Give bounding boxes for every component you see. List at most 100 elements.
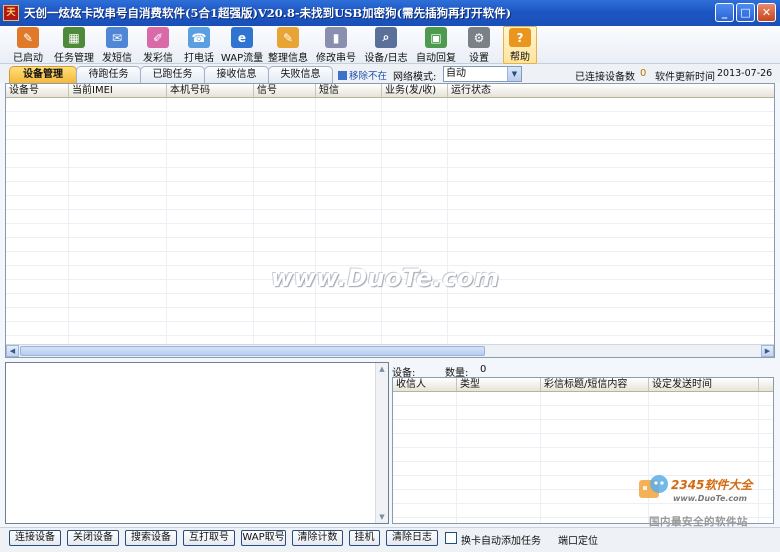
network-mode-label: 网络模式: [393,72,437,83]
badge-title: 2345软件大全 [671,478,753,492]
column-header[interactable]: 业务(发/收) [382,84,448,97]
column-header[interactable]: 彩信标题/短信内容 [541,378,649,391]
chevron-down-icon[interactable]: ▼ [507,67,521,81]
toolbar-settings-button[interactable]: ⚙ 设置 [462,26,496,64]
app-logo-icon: 天 [3,5,19,21]
tab-device-management[interactable]: 设备管理 [9,66,77,83]
toolbar-auto-reply-button[interactable]: ▣ 自动回复 [413,26,459,64]
horizontal-scrollbar[interactable]: ◀ ▶ [6,344,774,357]
toolbar-device-log-button[interactable]: ⌕ 设备/日志 [361,26,411,64]
network-mode-value: 自动 [446,68,466,79]
tab-pending-tasks[interactable]: 待跑任务 [76,66,141,83]
auto-add-task-label: 换卡自动添加任务 [461,536,541,547]
tab-received-messages[interactable]: 接收信息 [204,66,269,83]
vertical-scrollbar[interactable]: ▲ ▼ [375,363,388,523]
update-time-value: 2013-07-26 [717,68,773,79]
device-log-icon: ⌕ [375,27,397,48]
toolbar-label: 修改串号 [316,53,356,64]
toolbar-mms-button[interactable]: ✐ 发彩信 [139,26,177,64]
minimize-button[interactable]: _ [715,3,734,22]
column-header[interactable]: 收信人 [393,378,457,391]
remove-icon [338,71,347,80]
toolbar-sms-button[interactable]: ✉ 发短信 [98,26,136,64]
task-manager-icon: ▦ [63,27,85,48]
column-header[interactable]: 类型 [457,378,541,391]
device-table-body [6,98,774,346]
organize-icon: ✎ [277,27,299,48]
toolbar-task-manager-button[interactable]: ▦ 任务管理 [52,26,96,64]
toolbar-label: WAP流量 [220,53,264,64]
maximize-button[interactable]: □ [736,3,755,22]
toolbar-label: 设置 [469,53,489,64]
toolbar-label: 打电话 [184,53,214,64]
watermark: www.DuoTe.com [271,264,500,292]
remove-offline-button[interactable]: 移除不在 [338,68,387,82]
start-icon: ✎ [17,27,39,48]
toolbar-call-button[interactable]: ☎ 打电话 [180,26,218,64]
column-header[interactable]: 信号 [254,84,316,97]
mutual-call-number-button[interactable]: 互打取号 [183,530,235,546]
main-toolbar: ✎ 已启动 ▦ 任务管理 ✉ 发短信 ✐ 发彩信 ☎ 打电话 e WAP流量 ✎… [0,26,780,64]
device-table[interactable]: 设备号 当前IMEI 本机号码 信号 短信 业务(发/收) 运行状态 www.D… [5,83,775,358]
edit-imei-icon: ▮ [325,27,347,48]
clear-count-button[interactable]: 清除计数 [292,530,343,546]
tab-bar: 设备管理 待跑任务 已跑任务 接收信息 失败信息 移除不在 网络模式: 自动 ▼… [0,64,780,83]
toolbar-edit-imei-button[interactable]: ▮ 修改串号 [313,26,359,64]
bottom-button-bar: 连接设备 关闭设备 搜索设备 互打取号 WAP取号 清除计数 挂机 清除日志 换… [0,527,780,552]
column-divider [456,392,457,523]
clear-log-button[interactable]: 清除日志 [386,530,438,546]
window-title: 天创一炫炫卡改串号自消费软件(5合1超强版)V20.8-未找到USB加密狗(需先… [24,6,512,20]
toolbar-label: 整理信息 [268,53,308,64]
toolbar-wap-button[interactable]: e WAP流量 [221,26,263,64]
column-divider [253,98,254,346]
connect-device-button[interactable]: 连接设备 [9,530,61,546]
tab-failed-messages[interactable]: 失败信息 [268,66,333,83]
phone-icon: ☎ [188,27,210,48]
toolbar-label: 已启动 [13,53,43,64]
port-locate-label[interactable]: 端口定位 [558,532,598,547]
column-divider [68,98,69,346]
scroll-up-icon[interactable]: ▲ [376,363,388,375]
toolbar-label: 发短信 [102,53,132,64]
column-header[interactable]: 设备号 [6,84,69,97]
ie-browser-icon: e [231,27,253,48]
settings-icon: ⚙ [468,27,490,48]
scroll-left-icon[interactable]: ◀ [6,345,19,357]
column-header[interactable]: 短信 [316,84,382,97]
toolbar-start-button[interactable]: ✎ 已启动 [6,26,50,64]
search-device-button[interactable]: 搜索设备 [125,530,177,546]
toolbar-organize-button[interactable]: ✎ 整理信息 [265,26,311,64]
auto-add-task-checkbox[interactable] [445,532,457,544]
column-header[interactable]: 设定发送时间 [649,378,759,391]
auto-reply-icon: ▣ [425,27,447,48]
scroll-right-icon[interactable]: ▶ [761,345,774,357]
toolbar-help-button[interactable]: ? 帮助 [503,26,537,64]
column-header[interactable]: 当前IMEI [69,84,167,97]
sms-icon: ✉ [106,27,128,48]
help-icon: ? [509,28,531,47]
badge-url: www.DuoTe.com [673,494,747,503]
schedule-quantity-value: 0 [480,364,487,375]
title-bar: 天 天创一炫炫卡改串号自消费软件(5合1超强版)V20.8-未找到USB加密狗(… [0,0,780,26]
window-controls: _ □ ✕ [715,3,776,22]
mascot-icon [639,475,668,498]
tab-completed-tasks[interactable]: 已跑任务 [140,66,205,83]
network-mode-select[interactable]: 自动 ▼ [443,66,522,82]
column-divider [447,98,448,346]
connected-devices-label: 已连接设备数 [575,72,635,83]
scroll-down-icon[interactable]: ▼ [376,511,388,523]
hang-up-button[interactable]: 挂机 [349,530,380,546]
toolbar-label: 任务管理 [54,53,94,64]
wap-get-number-button[interactable]: WAP取号 [241,530,286,546]
mms-icon: ✐ [147,27,169,48]
log-pane[interactable]: ▲ ▼ [5,362,389,524]
connected-devices-count: 0 [640,68,647,79]
close-button[interactable]: ✕ [757,3,776,22]
close-device-button[interactable]: 关闭设备 [67,530,119,546]
scrollbar-thumb[interactable] [20,346,485,356]
toolbar-label: 自动回复 [416,53,456,64]
column-header[interactable]: 本机号码 [167,84,254,97]
column-header[interactable]: 运行状态 [448,84,774,97]
update-time-label: 软件更新时间 [655,72,715,83]
column-divider [381,98,382,346]
